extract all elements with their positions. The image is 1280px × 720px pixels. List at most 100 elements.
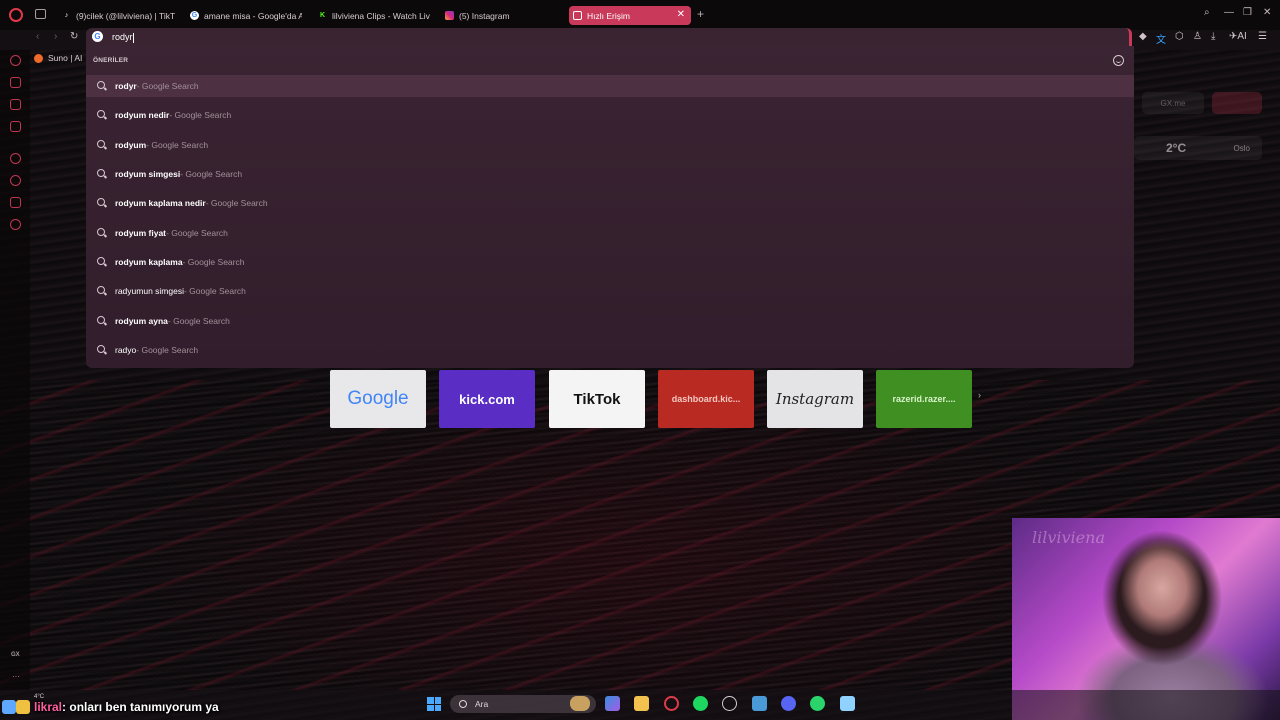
- speed-dial-razer[interactable]: razerid.razer....: [876, 370, 972, 428]
- discord-icon[interactable]: [781, 696, 796, 711]
- search-icon: [97, 198, 107, 208]
- suggestion-item[interactable]: rodyum kaplama nedir - Google Search: [86, 192, 1134, 214]
- window-close-icon[interactable]: ✕: [1263, 7, 1271, 18]
- download-icon[interactable]: ⤓: [1211, 31, 1215, 42]
- suggestion-item[interactable]: rodyum fiyat - Google Search: [86, 222, 1134, 244]
- app-icon[interactable]: [752, 696, 767, 711]
- tab-kick[interactable]: K lilviviena Clips - Watch Liv: [314, 6, 430, 25]
- aria-ai-icon[interactable]: ✈AI: [1229, 31, 1247, 42]
- suggestions-header: ÖNERİLER: [93, 57, 129, 64]
- sidebar-player-icon[interactable]: [10, 153, 21, 164]
- speed-dial-tiktok[interactable]: TikTok: [549, 370, 645, 428]
- opera-gx-taskbar-icon[interactable]: [664, 696, 679, 711]
- taskbar-search-label: Ara: [475, 699, 489, 709]
- speed-dial-instagram[interactable]: Instagram: [767, 370, 863, 428]
- tab-label: (9)cilek (@lilviviena) | TikT: [76, 10, 176, 21]
- sidebar-twitch-icon[interactable]: [10, 99, 21, 110]
- suggestion-item[interactable]: rodyum ayna - Google Search: [86, 310, 1134, 332]
- speed-dial-kick[interactable]: kick.com: [439, 370, 535, 428]
- suggestion-item[interactable]: rodyum - Google Search: [86, 134, 1134, 156]
- suggestion-item[interactable]: rodyr - Google Search: [86, 75, 1134, 97]
- weather-widget[interactable]: 2°C Oslo: [1134, 136, 1262, 160]
- sidebar-gx-control-icon[interactable]: [10, 55, 21, 66]
- suggestion-item[interactable]: rodyum nedir - Google Search: [86, 104, 1134, 126]
- search-icon: [97, 169, 107, 179]
- search-icon: [97, 345, 107, 355]
- close-icon[interactable]: ✕: [677, 9, 685, 20]
- back-icon[interactable]: ‹: [36, 31, 39, 42]
- maximize-icon[interactable]: ❐: [1243, 7, 1252, 18]
- suggestion-item[interactable]: rodyum kaplama - Google Search: [86, 251, 1134, 273]
- webcam-text: lilviviena: [1032, 528, 1105, 547]
- tab-label: lilviviena Clips - Watch Liv: [332, 10, 430, 21]
- tab-google[interactable]: G amane misa - Google'da A: [186, 6, 302, 25]
- steam-icon[interactable]: [722, 696, 737, 711]
- chat-username: likral: [34, 700, 63, 714]
- tab-speed-dial[interactable]: Hızlı Erişim ✕: [569, 6, 691, 25]
- sidebar-extensions-icon[interactable]: [10, 197, 21, 208]
- opera-gx-logo-icon[interactable]: [9, 8, 23, 22]
- search-icon: [97, 81, 107, 91]
- instagram-icon: [445, 11, 454, 20]
- smiley-icon[interactable]: [1113, 55, 1124, 66]
- notepad-icon[interactable]: [840, 696, 855, 711]
- tab-label: Hızlı Erişim: [587, 10, 630, 21]
- widgets-icon[interactable]: [570, 696, 590, 711]
- chat-message: likral: onları ben tanımıyorum ya: [34, 700, 219, 714]
- razer-icon[interactable]: [810, 696, 825, 711]
- search-icon: [97, 228, 107, 238]
- google-icon: G: [190, 11, 199, 20]
- suggestion-item[interactable]: rodyum simgesi - Google Search: [86, 163, 1134, 185]
- profile-icon[interactable]: ♙: [1193, 31, 1202, 42]
- tab-label: amane misa - Google'da A: [204, 10, 302, 21]
- chat-badge-icon: [2, 700, 16, 714]
- chat-badge-icon: [16, 700, 30, 714]
- new-tab-button[interactable]: +: [697, 7, 704, 21]
- windows-start-icon[interactable]: [427, 697, 441, 711]
- search-tabs-icon[interactable]: ⌕: [1204, 7, 1210, 18]
- sidebar-more-icon[interactable]: ···: [12, 672, 20, 681]
- menu-icon[interactable]: ☰: [1258, 31, 1267, 42]
- suggestions-dropdown: ÖNERİLER rodyr - Google Search rodyum ne…: [86, 46, 1134, 368]
- sidebar-messenger-icon[interactable]: [10, 121, 21, 132]
- search-icon: [459, 700, 467, 708]
- address-input[interactable]: rodyr: [112, 32, 134, 43]
- sidebar-settings-icon[interactable]: [10, 219, 21, 230]
- weather-temperature: 2°C: [1166, 141, 1187, 155]
- kick-icon: K: [319, 12, 326, 19]
- minimize-icon[interactable]: —: [1224, 7, 1234, 18]
- sidebar: [0, 50, 30, 690]
- sidebar-gx-corner-icon[interactable]: [10, 77, 21, 88]
- extensions-icon[interactable]: ⬡: [1175, 31, 1184, 42]
- suno-icon: [34, 53, 43, 63]
- gx-me-widget[interactable]: GX.me: [1142, 92, 1204, 114]
- file-explorer-icon[interactable]: [634, 696, 649, 711]
- search-icon: [97, 257, 107, 267]
- reload-icon[interactable]: ↻: [70, 31, 78, 42]
- google-search-engine-icon: G: [92, 31, 103, 42]
- suggestion-item[interactable]: radyo - Google Search: [86, 339, 1134, 361]
- sidebar-gx-label: GX: [11, 652, 20, 658]
- gx-account-widget[interactable]: [1212, 92, 1262, 114]
- speed-dial-google[interactable]: Google: [330, 370, 426, 428]
- tiktok-icon: ♪: [64, 12, 69, 19]
- ad-block-icon[interactable]: ◆: [1139, 31, 1147, 42]
- sidebar-history-icon[interactable]: [10, 175, 21, 186]
- speed-dial-next-icon[interactable]: ›: [978, 390, 981, 400]
- speed-dial-kick-dashboard[interactable]: dashboard.kic...: [658, 370, 754, 428]
- chat-text: : onları ben tanımıyorum ya: [62, 700, 219, 714]
- copilot-icon[interactable]: [605, 696, 620, 711]
- tab-tiktok[interactable]: ♪ (9)cilek (@lilviviena) | TikT: [58, 6, 176, 25]
- tab-label: (5) Instagram: [459, 10, 510, 21]
- tab-islands-icon[interactable]: [35, 9, 46, 19]
- spotify-icon[interactable]: [693, 696, 708, 711]
- address-bar[interactable]: [86, 28, 1132, 46]
- bookmark-suno[interactable]: Suno | AI: [34, 53, 82, 63]
- suggestion-item[interactable]: radyumun simgesi - Google Search: [86, 280, 1134, 302]
- search-icon: [97, 316, 107, 326]
- tab-instagram[interactable]: (5) Instagram: [441, 6, 557, 25]
- search-icon: [97, 110, 107, 120]
- translate-icon[interactable]: 文: [1156, 31, 1166, 46]
- weather-city: Oslo: [1233, 143, 1250, 153]
- forward-icon[interactable]: ›: [54, 31, 57, 42]
